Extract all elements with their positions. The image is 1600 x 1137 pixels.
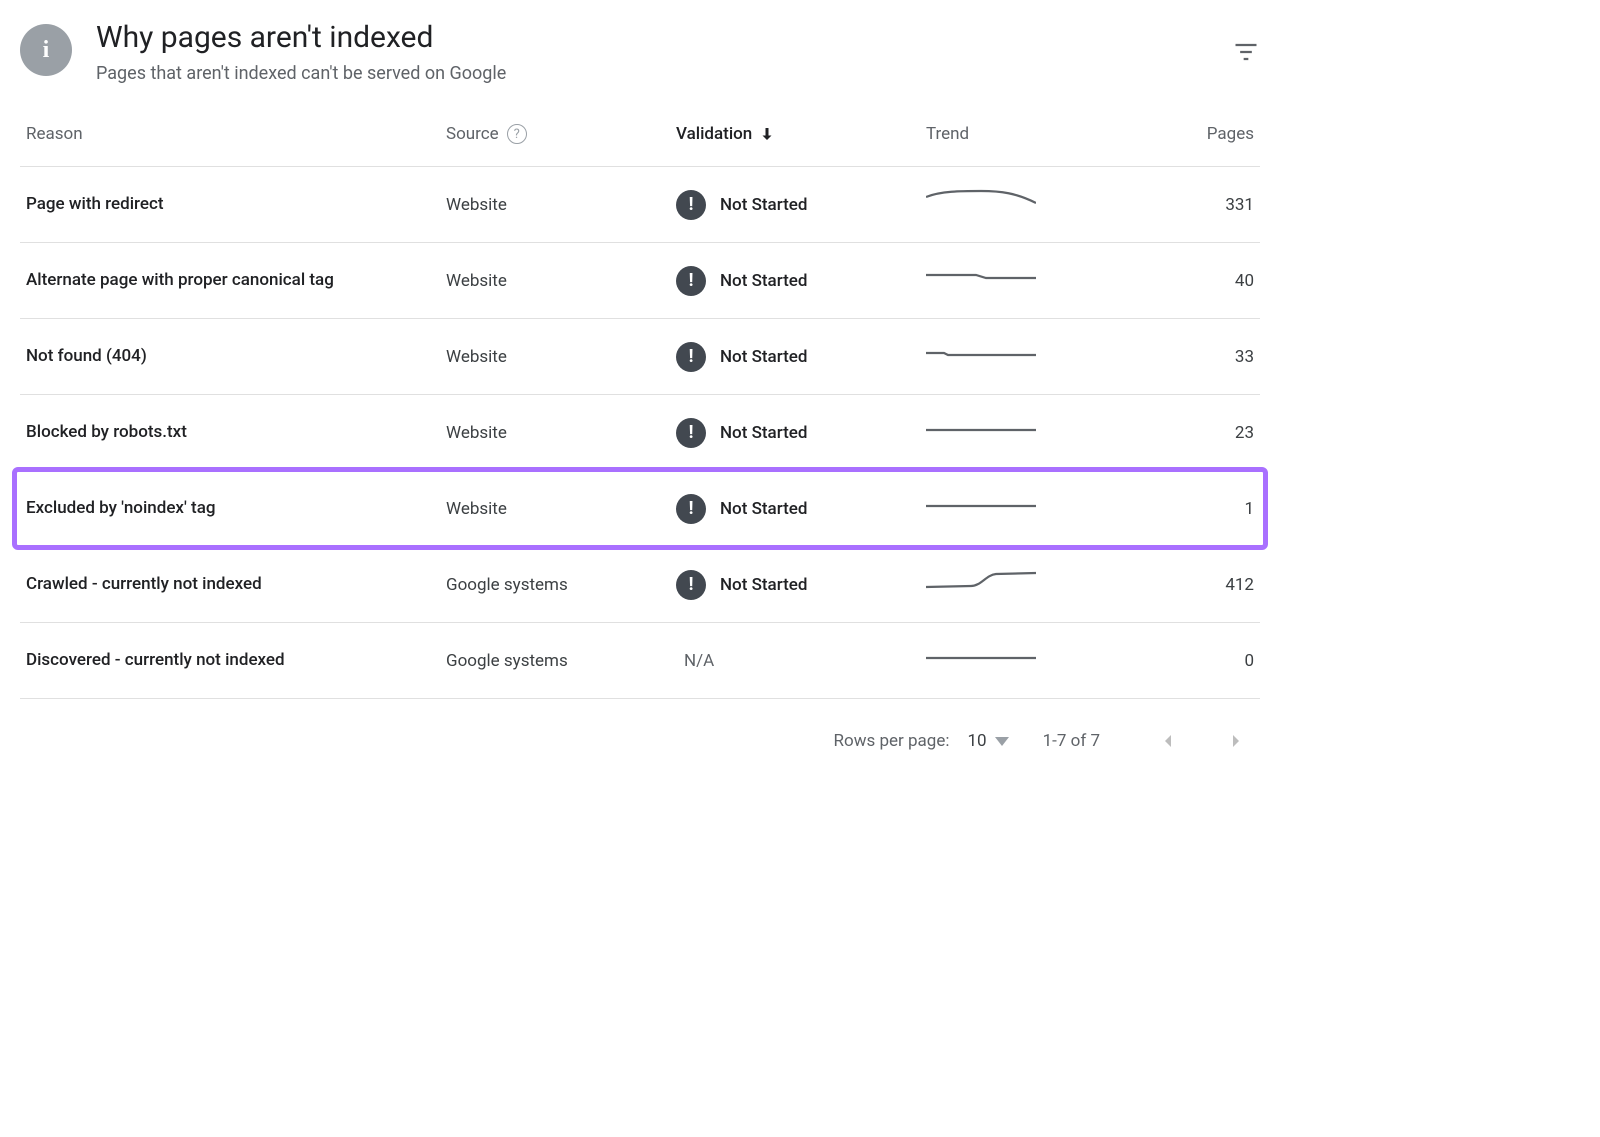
cell-validation: ! Not Started [676, 190, 926, 220]
cell-pages: 40 [1096, 271, 1254, 291]
sparkline-icon [926, 341, 1036, 367]
validation-status: Not Started [720, 499, 807, 519]
reasons-table: Reason Source ? Validation Trend Pages P… [20, 124, 1260, 699]
col-header-pages[interactable]: Pages [1096, 124, 1254, 144]
rows-per-page-value: 10 [967, 731, 986, 751]
section-header: i Why pages aren't indexed Pages that ar… [20, 20, 1260, 84]
table-row[interactable]: Not found (404)Website! Not Started 33 [20, 319, 1260, 395]
validation-status: Not Started [720, 423, 807, 443]
col-header-trend[interactable]: Trend [926, 124, 1096, 144]
cell-trend [926, 569, 1096, 600]
cell-trend [926, 645, 1096, 676]
validation-status: Not Started [720, 271, 807, 291]
cell-source: Website [446, 271, 676, 291]
prev-page-button[interactable] [1154, 727, 1182, 755]
validation-na: N/A [684, 651, 714, 671]
filter-icon[interactable] [1232, 38, 1260, 66]
cell-pages: 331 [1096, 195, 1254, 215]
cell-trend [926, 493, 1096, 524]
col-header-source[interactable]: Source ? [446, 124, 676, 144]
cell-reason: Discovered - currently not indexed [26, 649, 446, 673]
validation-status: Not Started [720, 195, 807, 215]
cell-trend [926, 189, 1096, 220]
col-header-reason[interactable]: Reason [26, 124, 446, 144]
validation-status: Not Started [720, 347, 807, 367]
cell-pages: 33 [1096, 347, 1254, 367]
info-icon: i [20, 24, 72, 76]
dropdown-icon [995, 737, 1009, 746]
col-header-source-label: Source [446, 124, 499, 144]
sparkline-icon [926, 189, 1036, 215]
cell-reason: Not found (404) [26, 345, 446, 369]
cell-source: Website [446, 347, 676, 367]
col-header-validation-label: Validation [676, 124, 752, 144]
table-row[interactable]: Crawled - currently not indexedGoogle sy… [20, 547, 1260, 623]
col-header-validation[interactable]: Validation [676, 124, 926, 144]
sparkline-icon [926, 265, 1036, 291]
cell-reason: Alternate page with proper canonical tag [26, 269, 446, 293]
cell-reason: Excluded by 'noindex' tag [26, 497, 446, 521]
cell-trend [926, 417, 1096, 448]
cell-source: Website [446, 195, 676, 215]
sort-desc-icon [758, 125, 776, 143]
cell-reason: Blocked by robots.txt [26, 421, 446, 445]
pagination-range: 1-7 of 7 [1043, 731, 1100, 751]
alert-icon: ! [676, 570, 706, 600]
cell-reason: Page with redirect [26, 193, 446, 217]
cell-validation: ! Not Started [676, 570, 926, 600]
validation-status: Not Started [720, 575, 807, 595]
cell-pages: 23 [1096, 423, 1254, 443]
sparkline-icon [926, 569, 1036, 595]
cell-validation: N/A [676, 651, 926, 671]
table-header: Reason Source ? Validation Trend Pages [20, 124, 1260, 167]
sparkline-icon [926, 493, 1036, 519]
cell-reason: Crawled - currently not indexed [26, 573, 446, 597]
cell-pages: 0 [1096, 651, 1254, 671]
table-row[interactable]: Blocked by robots.txtWebsite! Not Started… [20, 395, 1260, 471]
alert-icon: ! [676, 418, 706, 448]
table-row[interactable]: Discovered - currently not indexedGoogle… [20, 623, 1260, 699]
cell-validation: ! Not Started [676, 418, 926, 448]
cell-pages: 412 [1096, 575, 1254, 595]
cell-source: Website [446, 423, 676, 443]
next-page-button[interactable] [1222, 727, 1250, 755]
alert-icon: ! [676, 494, 706, 524]
help-icon[interactable]: ? [507, 124, 527, 144]
alert-icon: ! [676, 266, 706, 296]
cell-source: Google systems [446, 651, 676, 671]
section-subtitle: Pages that aren't indexed can't be serve… [96, 63, 1208, 84]
cell-pages: 1 [1096, 499, 1254, 519]
cell-validation: ! Not Started [676, 266, 926, 296]
cell-trend [926, 265, 1096, 296]
cell-validation: ! Not Started [676, 342, 926, 372]
sparkline-icon [926, 417, 1036, 443]
table-row[interactable]: Excluded by 'noindex' tagWebsite! Not Sta… [20, 471, 1260, 547]
cell-source: Google systems [446, 575, 676, 595]
cell-source: Website [446, 499, 676, 519]
alert-icon: ! [676, 190, 706, 220]
table-row[interactable]: Alternate page with proper canonical tag… [20, 243, 1260, 319]
cell-validation: ! Not Started [676, 494, 926, 524]
cell-trend [926, 341, 1096, 372]
table-row[interactable]: Page with redirectWebsite! Not Started 331 [20, 167, 1260, 243]
table-footer: Rows per page: 10 1-7 of 7 [20, 699, 1260, 755]
rows-per-page-select[interactable]: 10 [967, 731, 1008, 751]
sparkline-icon [926, 645, 1036, 671]
alert-icon: ! [676, 342, 706, 372]
rows-per-page-label: Rows per page: [834, 731, 950, 751]
section-title: Why pages aren't indexed [96, 20, 1208, 55]
